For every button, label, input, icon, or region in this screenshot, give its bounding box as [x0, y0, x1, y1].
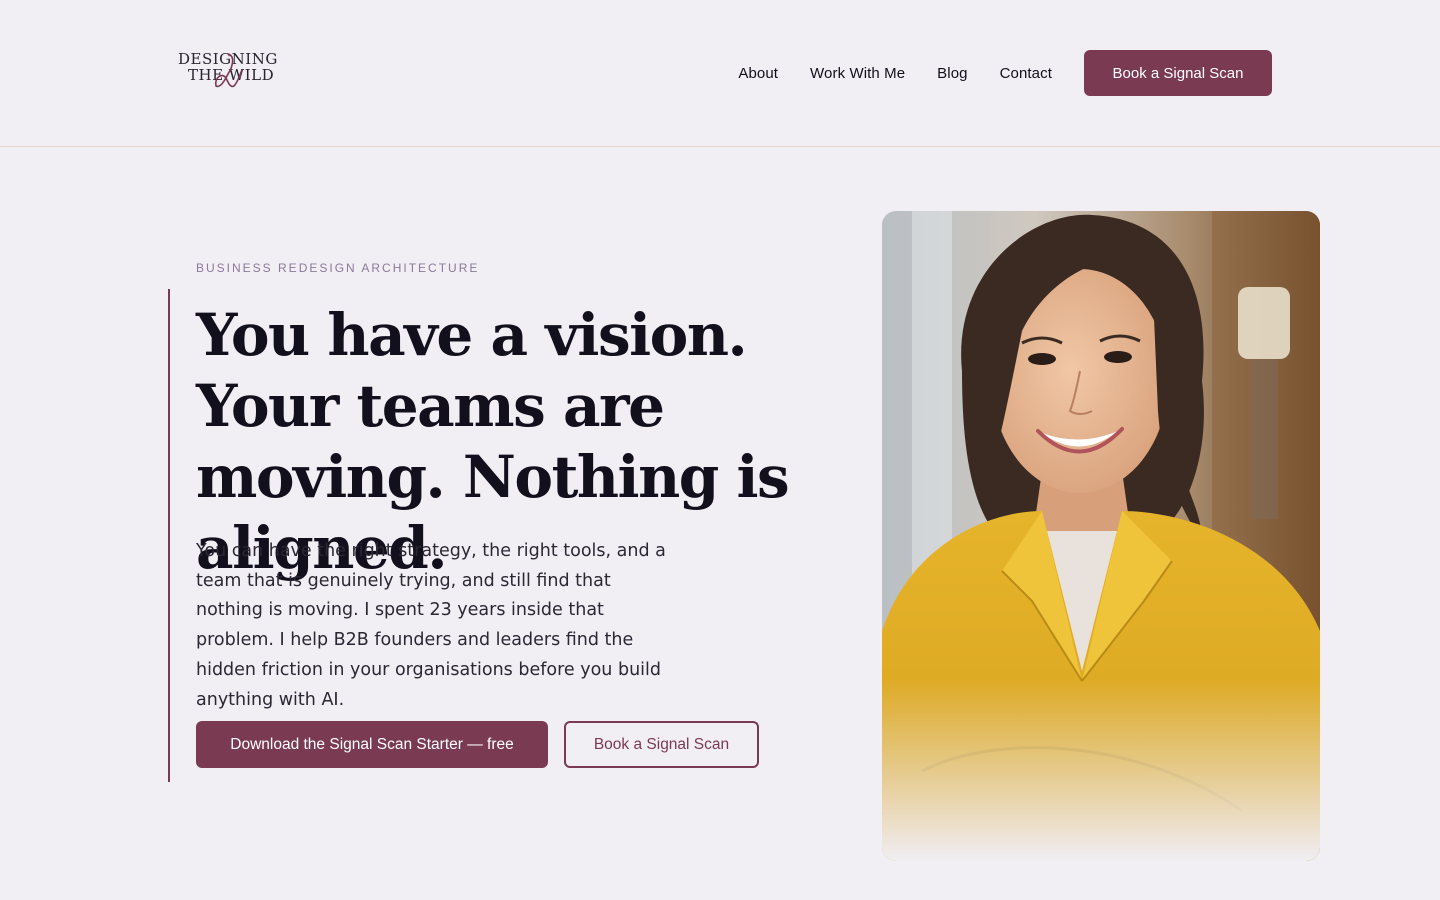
hero-portrait-image [882, 211, 1320, 861]
hero-body-text: You can have the right strategy, the rig… [196, 541, 666, 710]
download-signal-scan-starter-button[interactable]: Download the Signal Scan Starter — free [196, 721, 548, 768]
main-nav: About Work With Me Blog Contact Book a S… [738, 50, 1272, 96]
nav-link-contact[interactable]: Contact [1000, 65, 1052, 82]
nav-link-work-with-me[interactable]: Work With Me [810, 65, 905, 82]
hero-accent-bar [168, 289, 170, 782]
portrait-illustration [882, 211, 1320, 861]
nav-link-about[interactable]: About [738, 65, 778, 82]
hero-cta-group: Download the Signal Scan Starter — free … [196, 721, 759, 768]
logo-script-flourish [214, 53, 243, 88]
hero-book-signal-scan-button[interactable]: Book a Signal Scan [564, 721, 759, 768]
hero-eyebrow: BUSINESS REDESIGN ARCHITECTURE [196, 261, 480, 275]
header-book-signal-scan-button[interactable]: Book a Signal Scan [1084, 50, 1272, 96]
site-header: DESIGNING THE WILD About Work With Me Bl… [0, 0, 1440, 147]
brand-logo[interactable]: DESIGNING THE WILD [176, 48, 277, 92]
nav-link-blog[interactable]: Blog [937, 65, 967, 82]
